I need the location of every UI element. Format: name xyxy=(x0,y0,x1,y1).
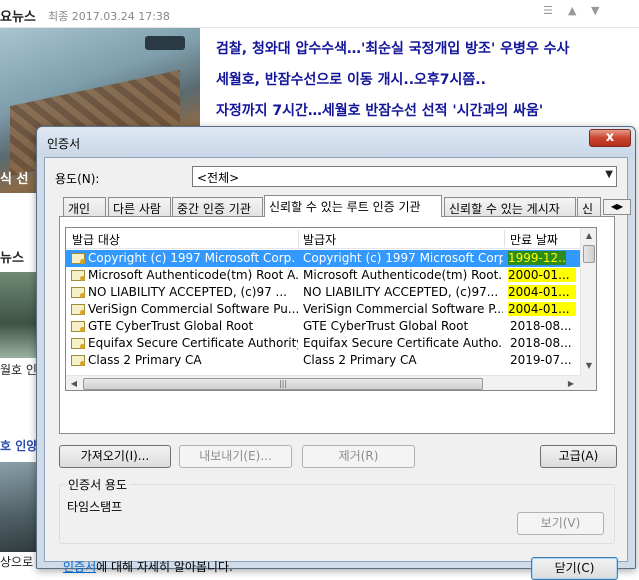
certificate-row[interactable]: Microsoft Authenticode(tm) Root A... Mic… xyxy=(66,267,580,284)
cell-expiry: 2018-08... xyxy=(510,319,572,333)
tab-scroll-right-icon[interactable]: ▶ xyxy=(617,202,623,211)
cell-expiry: 2000-01... xyxy=(508,268,576,282)
column-header-issued-to[interactable]: 발급 대상 xyxy=(72,231,120,248)
tab-personal[interactable]: 개인 xyxy=(63,197,106,216)
cell-issued-to: GTE CyberTrust Global Root xyxy=(88,319,254,333)
list-header: 발급 대상 발급자 만료 날짜 xyxy=(66,228,580,249)
headline-link[interactable]: 세월호, 반잠수선으로 이동 개시..오후7시쯤.. xyxy=(216,69,486,89)
horizontal-scroll-thumb[interactable]: ||| xyxy=(83,378,483,390)
down-icon[interactable]: ▼ xyxy=(591,4,599,17)
vertical-scrollbar[interactable]: ▲ ▼ xyxy=(580,228,596,375)
certificate-icon xyxy=(71,338,85,349)
certificate-icon xyxy=(71,304,85,315)
export-button[interactable]: 내보내기(E)... xyxy=(179,445,292,468)
certificate-row[interactable]: VeriSign Commercial Software Pu... VeriS… xyxy=(66,301,580,318)
news-snippet[interactable]: 호 인양 xyxy=(0,437,37,454)
learn-more-text: 인증서에 대해 자세히 알아봅니다. xyxy=(63,558,233,575)
view-button[interactable]: 보기(V) xyxy=(517,512,604,535)
news-header: 요뉴스 최종 2017.03.24 17:38 ☰ ▲ ▼ xyxy=(0,0,639,28)
scrollbar-corner xyxy=(580,375,596,390)
vertical-scroll-thumb[interactable] xyxy=(583,245,595,263)
import-button[interactable]: 가져오기(I)... xyxy=(59,445,171,468)
purpose-dropdown[interactable]: <전체> ▼ xyxy=(192,166,617,187)
cell-issued-to: Microsoft Authenticode(tm) Root A... xyxy=(88,268,298,282)
cell-issued-by: Copyright (c) 1997 Microsoft Corp. xyxy=(303,251,503,265)
news-thumbnail[interactable] xyxy=(0,272,38,358)
learn-more-suffix: 에 대해 자세히 알아봅니다. xyxy=(96,560,233,574)
certificate-row[interactable]: NO LIABILITY ACCEPTED, (c)97 ... NO LIAB… xyxy=(66,284,580,301)
cell-expiry: 2018-08... xyxy=(510,336,572,350)
cell-expiry: 2004-01... xyxy=(508,302,576,316)
headline-link[interactable]: 검찰, 청와대 압수수색…'최순실 국정개입 방조' 우병우 수사 xyxy=(216,38,569,58)
remove-button[interactable]: 제거(R) xyxy=(302,445,415,468)
purpose-value: <전체> xyxy=(197,171,240,185)
menu-icon[interactable]: ☰ xyxy=(543,4,553,17)
close-window-button[interactable]: x xyxy=(589,129,631,147)
cell-issued-to: NO LIABILITY ACCEPTED, (c)97 ... xyxy=(88,285,287,299)
chevron-down-icon: ▼ xyxy=(605,169,613,180)
certificate-icon xyxy=(71,287,85,298)
tab-trusted-root-ca[interactable]: 신뢰할 수 있는 루트 인증 기관 xyxy=(264,195,442,217)
tab-other-people[interactable]: 다른 사람 xyxy=(108,197,171,216)
certificate-row[interactable]: Class 2 Primary CA Class 2 Primary CA 20… xyxy=(66,352,580,369)
certificate-purposes-label: 인증서 용도 xyxy=(65,476,131,493)
certificate-list[interactable]: 발급 대상 발급자 만료 날짜 Copyright (c) 1997 Micro… xyxy=(65,227,597,391)
certificate-icon xyxy=(71,321,85,332)
up-icon[interactable]: ▲ xyxy=(568,4,576,17)
tab-trusted-publishers[interactable]: 신뢰할 수 있는 게시자 xyxy=(444,197,576,216)
cell-expiry: 2004-01... xyxy=(508,285,576,299)
scroll-right-icon[interactable]: ▶ xyxy=(563,376,579,390)
dialog-titlebar[interactable]: 인증서 x xyxy=(37,127,635,157)
horizontal-scrollbar[interactable]: ◀ ||| ▶ xyxy=(66,375,580,390)
cell-issued-to: Equifax Secure Certificate Authority xyxy=(88,336,298,350)
news-snippet[interactable]: 상으로 xyxy=(0,553,33,570)
scroll-down-icon[interactable]: ▼ xyxy=(581,358,596,374)
close-icon: x xyxy=(605,130,615,145)
cell-issued-by: GTE CyberTrust Global Root xyxy=(303,319,469,333)
column-divider[interactable] xyxy=(504,230,505,247)
certificate-row[interactable]: Equifax Secure Certificate Authority Equ… xyxy=(66,335,580,352)
certificate-purposes-value: 타임스탬프 xyxy=(67,500,123,514)
news-thumbnail[interactable] xyxy=(0,462,38,552)
news-date: 최종 2017.03.24 17:38 xyxy=(48,10,170,23)
certificate-row[interactable]: Copyright (c) 1997 Microsoft Corp. Copyr… xyxy=(66,250,580,267)
headline-link[interactable]: 자정까지 7시간…세월호 반잠수선 선적 '시간과의 싸움' xyxy=(216,100,543,120)
cell-issued-to: Class 2 Primary CA xyxy=(88,353,202,367)
cell-issued-by: Class 2 Primary CA xyxy=(303,353,417,367)
dialog-client-area: 용도(N): <전체> ▼ 개인 다른 사람 중간 인증 기관 신뢰할 수 있는… xyxy=(44,157,631,580)
cell-expiry: 1999-12... xyxy=(508,251,566,265)
cell-issued-by: NO LIABILITY ACCEPTED, (c)97... xyxy=(303,285,499,299)
learn-more-link[interactable]: 인증서 xyxy=(63,560,96,574)
tab-strip: 개인 다른 사람 중간 인증 기관 신뢰할 수 있는 루트 인증 기관 신뢰할 … xyxy=(63,195,631,217)
certificate-row[interactable]: GTE CyberTrust Global Root GTE CyberTrus… xyxy=(66,318,580,335)
photo-caption: 식 선 xyxy=(0,172,29,187)
dialog-title: 인증서 xyxy=(47,137,81,151)
cell-expiry: 2019-07... xyxy=(510,353,572,367)
photo-ship xyxy=(145,36,185,50)
news-snippet[interactable]: 월호 인 xyxy=(0,361,37,378)
tab-intermediate-ca[interactable]: 중간 인증 기관 xyxy=(172,197,263,216)
cell-issued-to: Copyright (c) 1997 Microsoft Corp. xyxy=(88,251,296,265)
tab-more[interactable]: 신 xyxy=(577,197,601,216)
certificate-icon xyxy=(71,253,85,264)
certificate-dialog: 인증서 x 용도(N): <전체> ▼ 개인 다른 사람 중간 인증 기관 신뢰… xyxy=(36,126,636,580)
certificate-icon xyxy=(71,270,85,281)
column-header-issued-by[interactable]: 발급자 xyxy=(303,231,336,248)
tab-scroll-arrows[interactable]: ◀▶ xyxy=(603,199,631,215)
cell-issued-by: Equifax Secure Certificate Autho... xyxy=(303,336,503,350)
section-title: 뉴스 xyxy=(0,251,24,266)
cell-issued-by: VeriSign Commercial Software P... xyxy=(303,302,503,316)
cell-issued-by: Microsoft Authenticode(tm) Root... xyxy=(303,268,503,282)
scroll-up-icon[interactable]: ▲ xyxy=(581,228,596,244)
advanced-button[interactable]: 고급(A) xyxy=(540,445,617,468)
certificate-icon xyxy=(71,355,85,366)
column-header-expiry[interactable]: 만료 날짜 xyxy=(510,231,558,248)
cell-issued-to: VeriSign Commercial Software Pu... xyxy=(88,302,298,316)
purpose-label: 용도(N): xyxy=(55,172,100,186)
column-divider[interactable] xyxy=(298,230,299,247)
close-button[interactable]: 닫기(C) xyxy=(531,557,618,580)
news-source: 요뉴스 xyxy=(0,10,36,25)
scroll-left-icon[interactable]: ◀ xyxy=(66,376,82,390)
